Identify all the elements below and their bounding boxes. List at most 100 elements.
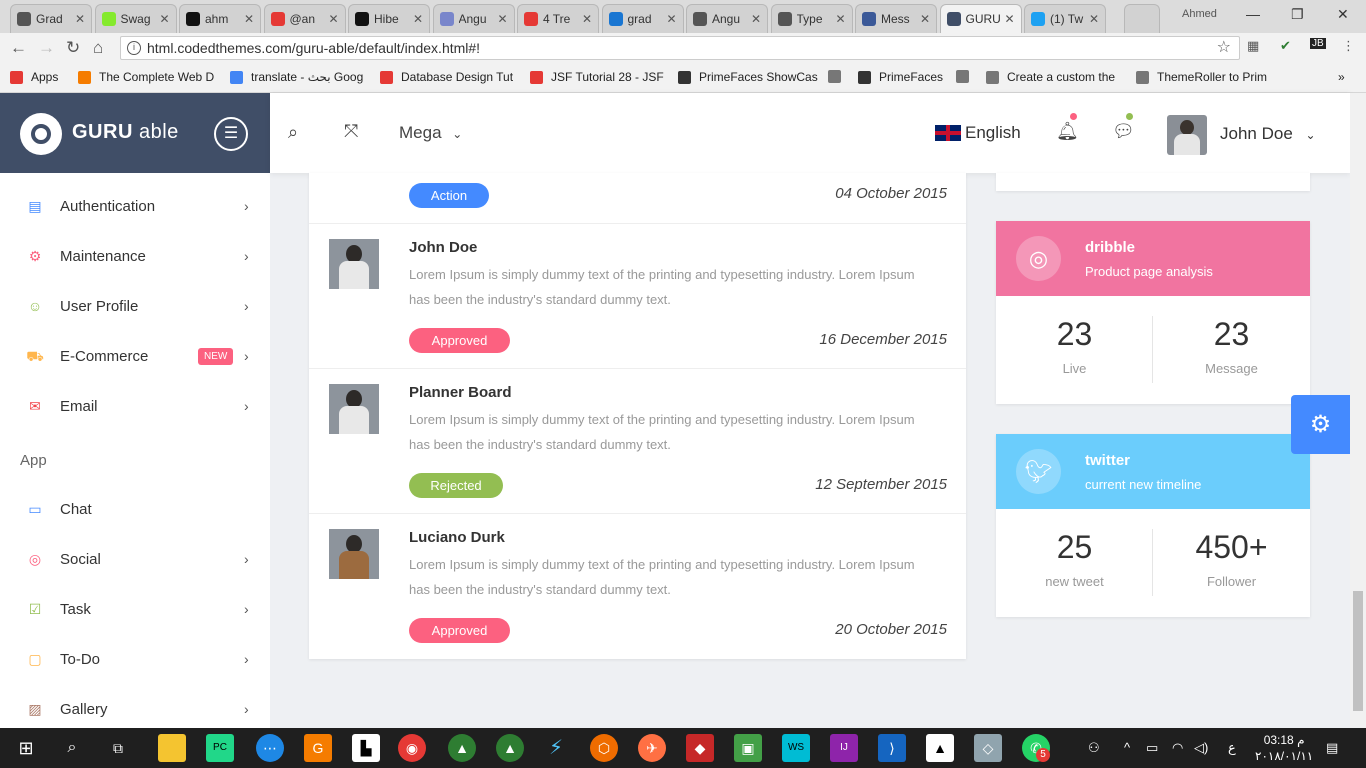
chrome-icon[interactable]: ◉ <box>398 734 426 762</box>
browser-tab[interactable]: Hibe ✕ <box>348 4 430 33</box>
close-window-icon[interactable]: ✕ <box>1337 6 1349 23</box>
close-tab-icon[interactable]: ✕ <box>1004 12 1014 26</box>
sidebar-item-authentication[interactable]: ▤ Authentication › <box>0 184 270 228</box>
browser-tab[interactable]: 4 Tre ✕ <box>517 4 599 33</box>
settings-gear-icon[interactable]: ⚙ <box>1291 395 1350 454</box>
menu-dots-icon[interactable]: ⋮ <box>1342 38 1355 54</box>
close-tab-icon[interactable]: ✕ <box>328 12 338 26</box>
wifi-icon[interactable]: ◠ <box>1172 740 1183 756</box>
postman-icon[interactable]: ✈ <box>638 734 666 762</box>
input-language[interactable]: ع <box>1228 740 1236 756</box>
home-icon[interactable]: ⌂ <box>93 38 103 58</box>
vscode-icon[interactable]: ⟩ <box>878 734 906 762</box>
bookmark-item[interactable] <box>956 70 976 83</box>
page-scrollbar[interactable] <box>1350 93 1366 728</box>
bookmark-item[interactable] <box>828 70 848 83</box>
browser-tab[interactable]: @an ✕ <box>263 4 346 33</box>
user-avatar[interactable] <box>1167 115 1207 155</box>
message-icon[interactable]: 💬︎ <box>1112 121 1135 142</box>
bookmark-item[interactable]: Database Design Tut <box>380 70 513 84</box>
forward-icon[interactable]: → <box>38 38 55 58</box>
close-tab-icon[interactable]: ✕ <box>582 12 592 26</box>
pycharm-icon[interactable]: PC <box>206 734 234 762</box>
webstorm-icon[interactable]: WS <box>782 734 810 762</box>
extension-icon[interactable]: ✔ <box>1280 38 1291 54</box>
new-tab-button[interactable] <box>1124 4 1160 33</box>
browser-tab[interactable]: GURU ✕ <box>939 4 1022 33</box>
bookmark-item[interactable]: translate - بحث Goog <box>230 70 363 84</box>
app-icon[interactable]: ⬡ <box>590 734 618 762</box>
sidebar-item-social[interactable]: ◎ Social › <box>0 537 270 581</box>
bookmark-item[interactable]: Create a custom the <box>986 70 1115 84</box>
browser-tab[interactable]: Grad ✕ <box>10 4 92 33</box>
clock[interactable]: 03:18 م ٢٠١٨/٠١/١١ <box>1255 732 1313 764</box>
close-tab-icon[interactable]: ✕ <box>75 12 85 26</box>
task-view-icon[interactable]: ⧉ <box>104 734 132 762</box>
close-tab-icon[interactable]: ✕ <box>920 12 930 26</box>
close-tab-icon[interactable]: ✕ <box>666 12 676 26</box>
app-icon[interactable]: ◆ <box>686 734 714 762</box>
sidebar-item-to-do[interactable]: ▢ To-Do › <box>0 637 270 681</box>
bookmark-item[interactable]: ThemeRoller to Prim <box>1136 70 1267 84</box>
mega-menu-button[interactable]: Mega ⌄ <box>399 123 462 143</box>
sidebar-item-gallery[interactable]: ▨ Gallery › <box>0 687 270 731</box>
sidebar-item-user-profile[interactable]: ☺ User Profile › <box>0 284 270 328</box>
notes-icon[interactable]: ▙ <box>352 734 380 762</box>
bookmark-item[interactable]: Apps <box>10 70 58 84</box>
maximize-icon[interactable]: ❐ <box>1291 6 1304 23</box>
browser-tab[interactable]: Mess ✕ <box>855 4 937 33</box>
chevron-up-icon[interactable]: ^ <box>1124 740 1130 755</box>
reload-icon[interactable]: ↻ <box>66 38 80 58</box>
bookmark-item[interactable]: JSF Tutorial 28 - JSF <box>530 70 664 84</box>
intellij-icon[interactable]: IJ <box>830 734 858 762</box>
browser-tab[interactable]: ahm ✕ <box>179 4 261 33</box>
browser-tab[interactable]: Type ✕ <box>770 4 853 33</box>
logo-text[interactable]: GURU able <box>72 121 179 144</box>
people-icon[interactable]: ⚇ <box>1088 740 1100 756</box>
back-icon[interactable]: ← <box>10 38 27 58</box>
android-icon[interactable]: ▣ <box>734 734 762 762</box>
close-tab-icon[interactable]: ✕ <box>835 12 845 26</box>
sidebar-item-task[interactable]: ☑ Task › <box>0 587 270 631</box>
photos-icon[interactable]: ▲ <box>926 734 954 762</box>
browser-tab[interactable]: Angu ✕ <box>432 4 515 33</box>
fullscreen-icon[interactable]: ⤧ <box>344 121 358 142</box>
bookmark-item[interactable]: PrimeFaces ShowCas <box>678 70 818 84</box>
scrollbar-thumb[interactable] <box>1353 591 1363 711</box>
close-tab-icon[interactable]: ✕ <box>244 12 254 26</box>
language-selector[interactable]: English <box>935 123 1021 143</box>
sidebar-item-chat[interactable]: ▭ Chat <box>0 487 270 531</box>
browser-tab[interactable]: (1) Tw ✕ <box>1024 4 1106 33</box>
url-input[interactable]: i html.codedthemes.com/guru-able/default… <box>120 36 1240 60</box>
mongodb-icon[interactable]: ▲ <box>448 734 476 762</box>
close-tab-icon[interactable]: ✕ <box>159 12 169 26</box>
sidebar-item-email[interactable]: ✉ Email › <box>0 384 270 428</box>
user-menu[interactable]: John Doe ⌄ <box>1220 124 1316 144</box>
search-icon[interactable]: ⌕ <box>58 734 86 762</box>
browser-profile-name[interactable]: Ahmed <box>1182 8 1217 20</box>
volume-icon[interactable]: ◁) <box>1194 740 1208 756</box>
feed-name[interactable]: Planner Board <box>409 384 512 401</box>
close-tab-icon[interactable]: ✕ <box>751 12 761 26</box>
mongodb-icon[interactable]: ▲ <box>496 734 524 762</box>
feed-name[interactable]: John Doe <box>409 239 477 256</box>
browser-tab[interactable]: Swag ✕ <box>94 4 177 33</box>
browser-tab[interactable]: grad ✕ <box>601 4 684 33</box>
bell-icon[interactable]: 🔔︎ <box>1056 121 1079 142</box>
more-bookmarks-icon[interactable]: » <box>1338 70 1345 84</box>
browser-tab[interactable]: Angu ✕ <box>686 4 768 33</box>
info-icon[interactable]: i <box>127 41 141 55</box>
close-tab-icon[interactable]: ✕ <box>1089 12 1099 26</box>
search-icon[interactable]: ⌕ <box>288 122 298 143</box>
action-center-icon[interactable]: ▤ <box>1326 740 1338 756</box>
lightning-icon[interactable]: ⚡ <box>542 734 570 762</box>
battery-icon[interactable]: ▭ <box>1146 740 1158 756</box>
app-icon[interactable]: ◇ <box>974 734 1002 762</box>
close-tab-icon[interactable]: ✕ <box>497 12 507 26</box>
bookmark-item[interactable]: PrimeFaces <box>858 70 943 84</box>
pdf-icon[interactable]: G <box>304 734 332 762</box>
menu-toggle-icon[interactable]: ☰ <box>214 117 248 151</box>
sidebar-item-e-commerce[interactable]: ⛟ E-Commerce NEW › <box>0 334 270 378</box>
feed-name[interactable]: Luciano Durk <box>409 529 505 546</box>
chat-app-icon[interactable]: ⋯ <box>256 734 284 762</box>
